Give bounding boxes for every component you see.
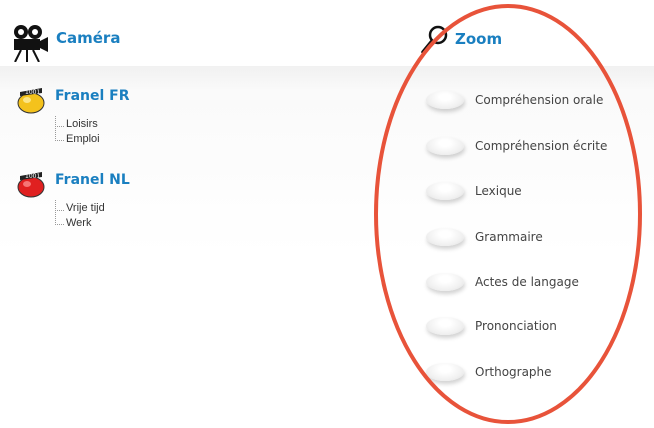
zoom-item-label[interactable]: Lexique [475, 184, 522, 198]
tree-item-emploi[interactable]: Emploi [66, 133, 100, 145]
camera-panel: 1001 Franel FR Loisirs Emploi 1001 Frane… [0, 66, 366, 266]
camera-header: Caméra [0, 0, 366, 70]
zoom-item-comprehension-orale[interactable]: Compréhension orale [426, 89, 652, 119]
toggle-pill[interactable] [426, 137, 464, 155]
zoom-item-prononciation[interactable]: Prononciation [426, 315, 652, 345]
zoom-item-orthographe[interactable]: Orthographe [426, 361, 652, 391]
toggle-pill[interactable] [426, 228, 464, 246]
movie-camera-icon [12, 24, 48, 66]
tree-connector [55, 210, 64, 225]
toggle-pill[interactable] [426, 182, 464, 200]
zoom-item-actes-de-langage[interactable]: Actes de langage [426, 271, 652, 301]
toggle-pill[interactable] [426, 273, 464, 291]
tree-connector [55, 126, 64, 141]
zoom-item-label[interactable]: Orthographe [475, 365, 552, 379]
zoom-item-comprehension-ecrite[interactable]: Compréhension écrite [426, 135, 652, 165]
zoom-item-label[interactable]: Compréhension écrite [475, 139, 607, 153]
zoom-item-label[interactable]: Prononciation [475, 319, 557, 333]
franel-fr-logo[interactable]: 1001 [16, 84, 50, 114]
tree-item-loisirs[interactable]: Loisirs [66, 118, 98, 130]
tree-item-vrije-tijd[interactable]: Vrije tijd [66, 202, 105, 214]
zoom-panel: Compréhension orale Compréhension écrite… [366, 66, 654, 406]
camera-column: Caméra 1001 Franel FR Loisirs Emploi 100… [0, 0, 366, 428]
zoom-title: Zoom [455, 30, 503, 48]
svg-text:1001: 1001 [25, 89, 40, 96]
franel-nl-logo[interactable]: 1001 [16, 168, 50, 198]
zoom-header: Zoom [366, 0, 654, 70]
zoom-item-lexique[interactable]: Lexique [426, 180, 652, 210]
zoom-item-label[interactable]: Compréhension orale [475, 93, 603, 107]
tree-item-werk[interactable]: Werk [66, 217, 91, 229]
camera-title: Caméra [56, 29, 121, 47]
magnifier-icon [420, 24, 450, 60]
group-title-franel-nl[interactable]: Franel NL [55, 172, 130, 188]
toggle-pill[interactable] [426, 363, 464, 381]
group-title-franel-fr[interactable]: Franel FR [55, 88, 130, 104]
zoom-item-grammaire[interactable]: Grammaire [426, 226, 652, 256]
zoom-item-label[interactable]: Actes de langage [475, 275, 579, 289]
toggle-pill[interactable] [426, 91, 464, 109]
svg-text:1001: 1001 [25, 173, 40, 180]
toggle-pill[interactable] [426, 317, 464, 335]
zoom-column: Zoom Compréhension orale Compréhension é… [366, 0, 654, 428]
zoom-item-label[interactable]: Grammaire [475, 230, 543, 244]
